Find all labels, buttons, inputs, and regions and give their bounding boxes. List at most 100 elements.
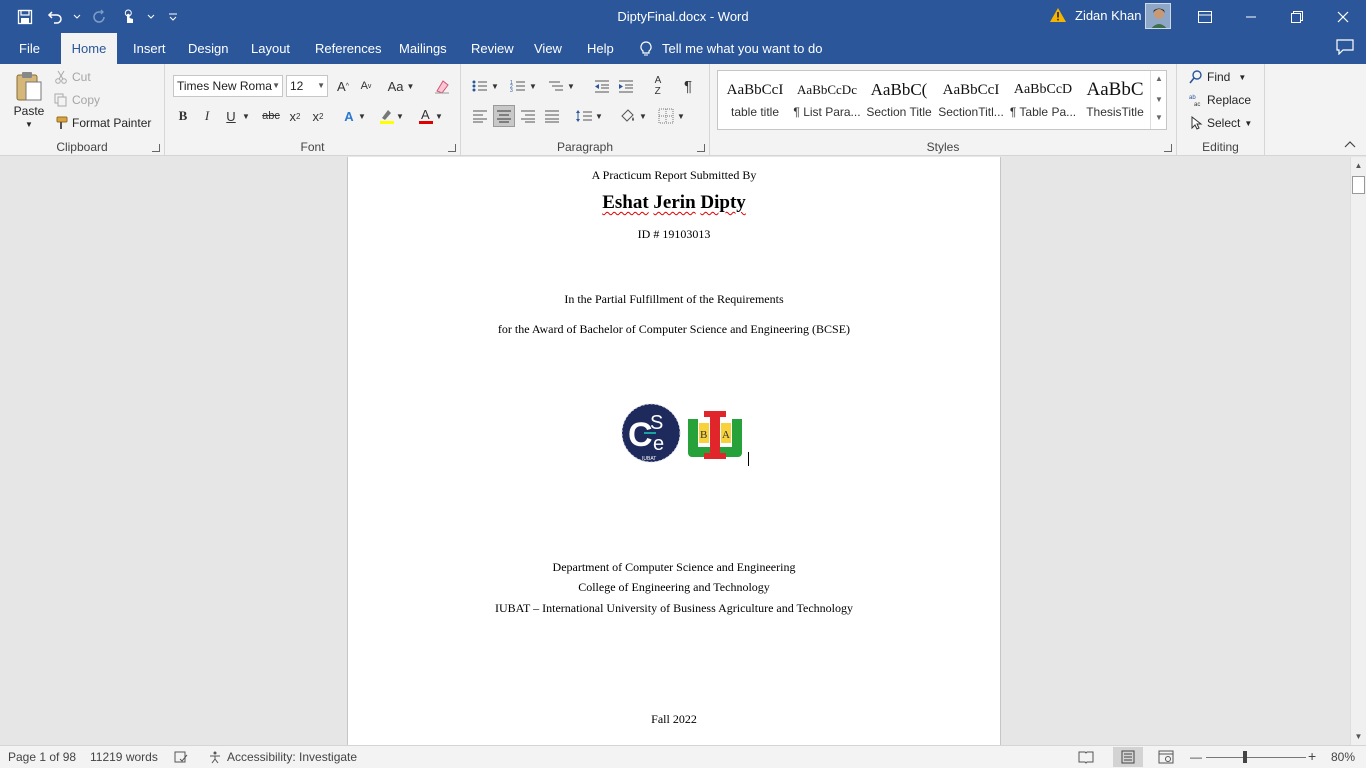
numbering-icon[interactable]: 123 [507,75,529,97]
restore-icon[interactable] [1274,0,1320,33]
shrink-font-icon[interactable]: Av [355,75,377,97]
style-item[interactable]: AaBbC( Section Title [863,75,935,127]
styles-more-icon[interactable]: ▼ [1155,113,1163,122]
bullets-icon[interactable] [469,75,491,97]
sort-icon[interactable]: AZ [647,75,669,97]
numbering-dropdown-icon[interactable]: ▼ [527,75,539,97]
print-layout-icon[interactable] [1113,747,1143,767]
tab-design[interactable]: Design [178,33,238,64]
avatar[interactable] [1145,3,1171,29]
cse-logo[interactable]: C S e IUBAT [620,403,682,467]
styles-scroll-up-icon[interactable]: ▲ [1155,74,1163,83]
tab-home[interactable]: Home [61,33,117,64]
read-mode-icon[interactable] [1078,750,1094,764]
borders-dropdown-icon[interactable]: ▼ [675,105,687,127]
save-icon[interactable] [12,6,38,28]
comments-icon[interactable] [1336,39,1354,58]
customize-qat-icon[interactable] [160,6,186,28]
scroll-thumb[interactable] [1352,176,1365,194]
collapse-ribbon-icon[interactable] [1344,137,1356,151]
superscript-icon[interactable]: x2 [307,105,329,127]
scroll-down-icon[interactable]: ▼ [1351,729,1366,744]
style-item[interactable]: AaBbC ThesisTitle [1079,75,1151,127]
zoom-in-icon[interactable]: + [1308,748,1316,764]
show-formatting-marks-icon[interactable]: ¶ [677,75,699,97]
paragraph-launcher-icon[interactable] [697,144,705,152]
italic-icon[interactable]: I [196,105,218,127]
zoom-slider-thumb[interactable] [1243,751,1247,763]
redo-icon[interactable] [86,6,112,28]
user-name[interactable]: Zidan Khan [1075,8,1142,23]
change-case-icon[interactable]: Aa ▼ [385,75,417,97]
bold-icon[interactable]: B [172,105,194,127]
borders-icon[interactable] [655,105,677,127]
grow-font-icon[interactable]: A ^ [332,75,354,97]
clear-formatting-icon[interactable] [431,75,453,97]
word-count[interactable]: 11219 words [90,750,158,764]
tab-references[interactable]: References [305,33,391,64]
styles-scroll-down-icon[interactable]: ▼ [1155,95,1163,104]
shading-icon[interactable] [617,105,639,127]
ribbon-display-options-icon[interactable] [1182,0,1228,33]
zoom-out-icon[interactable]: — [1190,750,1202,764]
touch-mode-icon[interactable] [116,6,142,28]
tab-mailings[interactable]: Mailings [389,33,457,64]
tab-file[interactable]: File [9,33,50,64]
scroll-up-icon[interactable]: ▲ [1351,158,1366,173]
clipboard-launcher-icon[interactable] [152,144,160,152]
undo-dropdown-icon[interactable] [72,6,82,28]
increase-indent-icon[interactable] [615,75,637,97]
line-spacing-icon[interactable] [573,105,595,127]
zoom-level[interactable]: 80% [1331,750,1355,764]
warning-icon[interactable] [1049,7,1067,26]
text-effects-dropdown-icon[interactable]: ▼ [356,105,368,127]
cut-button[interactable]: Cut [54,70,91,84]
tab-help[interactable]: Help [577,33,624,64]
line-spacing-dropdown-icon[interactable]: ▼ [593,105,605,127]
font-launcher-icon[interactable] [448,144,456,152]
page-count[interactable]: Page 1 of 98 [8,750,76,764]
font-color-dropdown-icon[interactable]: ▼ [433,105,445,127]
minimize-icon[interactable] [1228,0,1274,33]
font-name-select[interactable]: Times New Roma ▼ [173,75,283,97]
align-left-icon[interactable] [469,105,491,127]
web-layout-icon[interactable] [1158,750,1174,764]
touch-mode-dropdown-icon[interactable] [146,6,156,28]
multilevel-list-icon[interactable] [545,75,567,97]
replace-button[interactable]: ab ac Replace [1189,93,1251,107]
accessibility-status[interactable]: Accessibility: Investigate [208,750,357,764]
styles-launcher-icon[interactable] [1164,144,1172,152]
proofing-icon[interactable] [174,750,188,764]
format-painter-button[interactable]: Format Painter [54,116,151,130]
tab-layout[interactable]: Layout [241,33,300,64]
multilevel-dropdown-icon[interactable]: ▼ [565,75,577,97]
find-button[interactable]: Find ▼ [1189,70,1246,84]
tab-review[interactable]: Review [461,33,524,64]
style-item[interactable]: AaBbCcD ¶ Table Pa... [1007,75,1079,127]
align-right-icon[interactable] [517,105,539,127]
style-item[interactable]: AaBbCcI SectionTitl... [935,75,1007,127]
align-center-icon[interactable] [493,105,515,127]
bullets-dropdown-icon[interactable]: ▼ [489,75,501,97]
copy-button[interactable]: Copy [54,93,100,107]
style-item[interactable]: AaBbCcI table title [719,75,791,127]
shading-dropdown-icon[interactable]: ▼ [637,105,649,127]
underline-dropdown-icon[interactable]: ▼ [240,105,252,127]
decrease-indent-icon[interactable] [591,75,613,97]
tab-view[interactable]: View [524,33,572,64]
document-page[interactable]: A Practicum Report Submitted By Eshat Je… [347,157,1001,745]
font-size-select[interactable]: 12 ▼ [286,75,328,97]
subscript-icon[interactable]: x2 [284,105,306,127]
undo-icon[interactable] [42,6,68,28]
vertical-scrollbar[interactable]: ▲ ▼ [1350,157,1366,745]
tab-insert[interactable]: Insert [123,33,176,64]
zoom-slider[interactable] [1206,757,1306,758]
underline-icon[interactable]: U [220,105,242,127]
justify-icon[interactable] [541,105,563,127]
select-button[interactable]: Select ▼ [1191,116,1252,130]
style-item[interactable]: AaBbCcDc ¶ List Para... [791,75,863,127]
highlight-dropdown-icon[interactable]: ▼ [394,105,406,127]
tell-me-search[interactable]: Tell me what you want to do [640,33,822,64]
strikethrough-icon[interactable]: abc [260,105,282,127]
paste-button[interactable]: Paste ▼ [8,70,50,129]
